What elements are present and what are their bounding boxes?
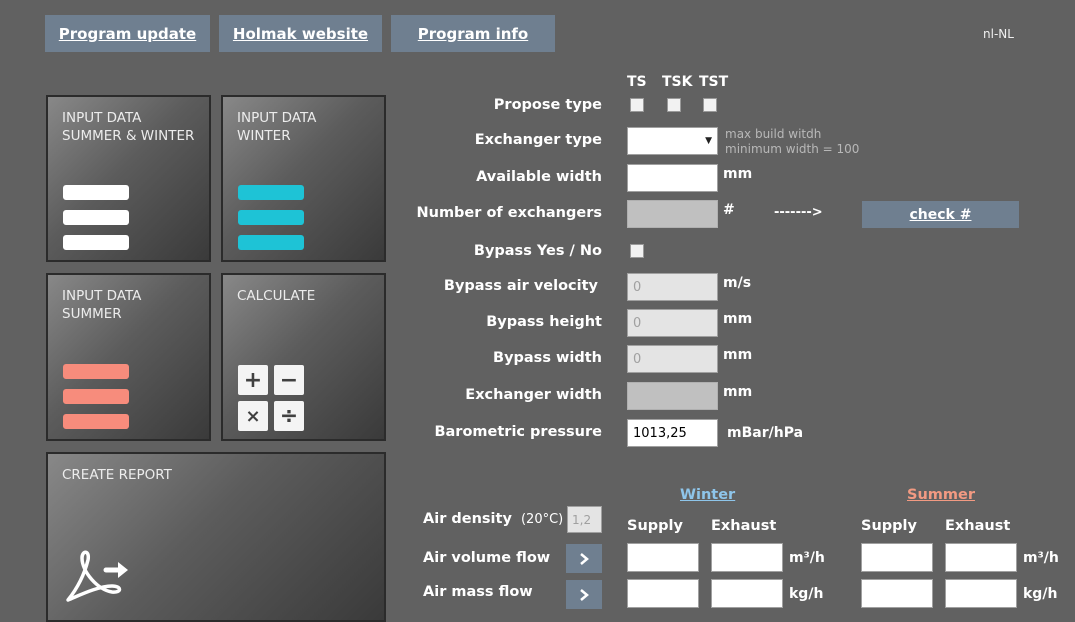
multiply-icon: × <box>238 401 268 431</box>
input-data-winter-tile[interactable]: INPUT DATA WINTER <box>221 95 386 262</box>
available-width-input[interactable] <box>627 164 718 192</box>
winter-exhaust-heading: Exhaust <box>711 518 777 534</box>
available-width-unit: mm <box>723 166 753 182</box>
propose-type-label: Propose type <box>493 97 602 113</box>
bypass-height-input[interactable]: 0 <box>627 309 718 337</box>
exchanger-width-unit: mm <box>723 384 753 400</box>
winter-header: Winter <box>680 487 736 503</box>
chevron-right-icon <box>580 588 589 601</box>
summer-volume-unit: m³/h <box>1023 550 1059 566</box>
number-exchangers-label: Number of exchangers <box>416 205 602 221</box>
barometric-pressure-label: Barometric pressure <box>434 424 602 440</box>
tst-checkbox[interactable] <box>703 98 717 112</box>
exchanger-width-input <box>627 382 718 410</box>
tsk-checkbox[interactable] <box>667 98 681 112</box>
winter-mass-unit: kg/h <box>789 586 824 602</box>
exchanger-width-label: Exchanger width <box>465 387 602 403</box>
chevron-right-icon <box>580 552 589 565</box>
tile-title: CREATE REPORT <box>62 467 172 483</box>
exchanger-hint-min: minimum width = 100 <box>725 142 860 156</box>
bypass-width-unit: mm <box>723 347 753 363</box>
winter-supply-heading: Supply <box>627 518 683 534</box>
input-data-summer-winter-tile[interactable]: INPUT DATA SUMMER & WINTER <box>46 95 211 262</box>
winter-supply-volume-input[interactable] <box>627 543 699 572</box>
winter-supply-mass-input[interactable] <box>627 579 699 608</box>
ts-checkbox[interactable] <box>630 98 644 112</box>
arrow-text: -------> <box>774 205 823 220</box>
winter-exhaust-mass-input[interactable] <box>711 579 783 608</box>
barometric-pressure-input[interactable]: 1013,25 <box>627 419 718 447</box>
dropdown-arrow-icon: ▼ <box>705 136 712 146</box>
bar-icon <box>63 210 129 225</box>
summer-exhaust-mass-input[interactable] <box>945 579 1017 608</box>
bypass-yes-no-label: Bypass Yes / No <box>473 243 602 259</box>
air-volume-flow-label: Air volume flow <box>423 550 551 566</box>
air-mass-flow-button[interactable] <box>566 580 602 609</box>
air-density-text: Air density <box>423 511 512 527</box>
bar-icon <box>238 235 304 250</box>
bar-icon <box>238 185 304 200</box>
bypass-velocity-input[interactable]: 0 <box>627 273 718 301</box>
create-report-tile[interactable]: CREATE REPORT <box>46 452 386 622</box>
available-width-label: Available width <box>476 169 602 185</box>
summer-exhaust-volume-input[interactable] <box>945 543 1017 572</box>
summer-supply-mass-input[interactable] <box>861 579 933 608</box>
tile-title: CALCULATE <box>237 288 316 304</box>
tile-title: INPUT DATA WINTER <box>237 110 317 144</box>
type-code-tst: TST <box>699 74 729 90</box>
summer-supply-heading: Supply <box>861 518 917 534</box>
type-code-ts: TS <box>627 74 647 90</box>
number-exchangers-input <box>627 200 718 228</box>
bypass-width-input[interactable]: 0 <box>627 345 718 373</box>
input-data-summer-tile[interactable]: INPUT DATA SUMMER <box>46 273 211 441</box>
winter-volume-unit: m³/h <box>789 550 825 566</box>
program-update-button[interactable]: Program update <box>45 15 210 52</box>
bypass-height-unit: mm <box>723 311 753 327</box>
type-code-tsk: TSK <box>662 74 693 90</box>
holmak-website-button[interactable]: Holmak website <box>219 15 382 52</box>
tile-title: INPUT DATA SUMMER & WINTER <box>62 110 195 144</box>
bypass-checkbox[interactable] <box>630 244 644 258</box>
summer-mass-unit: kg/h <box>1023 586 1058 602</box>
bypass-width-label: Bypass width <box>493 350 602 366</box>
number-unit: # <box>723 202 735 218</box>
locale-label: nl-NL <box>983 27 1014 41</box>
summer-exhaust-heading: Exhaust <box>945 518 1011 534</box>
bar-icon <box>63 364 129 379</box>
exchanger-type-select[interactable]: ▼ <box>627 127 718 155</box>
bar-icon <box>63 414 129 429</box>
calculate-tile[interactable]: CALCULATE + − × ÷ <box>221 273 386 441</box>
bypass-velocity-unit: m/s <box>723 275 752 291</box>
barometric-pressure-unit: mBar/hPa <box>727 425 804 441</box>
summer-header: Summer <box>907 487 975 503</box>
bypass-velocity-label: Bypass air velocity <box>443 278 598 294</box>
pdf-export-icon <box>66 550 128 602</box>
bar-icon <box>238 210 304 225</box>
tile-title: INPUT DATA SUMMER <box>62 288 142 322</box>
bar-icon <box>63 185 129 200</box>
program-info-button[interactable]: Program info <box>391 15 555 52</box>
check-number-button[interactable]: check # <box>862 201 1019 228</box>
air-mass-flow-label: Air mass flow <box>423 584 533 600</box>
divide-icon: ÷ <box>274 401 304 431</box>
bypass-height-label: Bypass height <box>486 314 602 330</box>
bar-icon <box>63 235 129 250</box>
minus-icon: − <box>274 365 304 395</box>
air-volume-flow-button[interactable] <box>566 544 602 573</box>
exchanger-hint-max: max build witdh <box>725 127 822 141</box>
exchanger-type-label: Exchanger type <box>474 132 602 148</box>
summer-supply-volume-input[interactable] <box>861 543 933 572</box>
air-density-temp: (20°C) <box>520 512 564 527</box>
air-density-label: Air density (20°C) <box>423 511 563 527</box>
plus-icon: + <box>238 365 268 395</box>
winter-exhaust-volume-input[interactable] <box>711 543 783 572</box>
air-density-input[interactable]: 1,2 <box>567 506 602 533</box>
bar-icon <box>63 389 129 404</box>
